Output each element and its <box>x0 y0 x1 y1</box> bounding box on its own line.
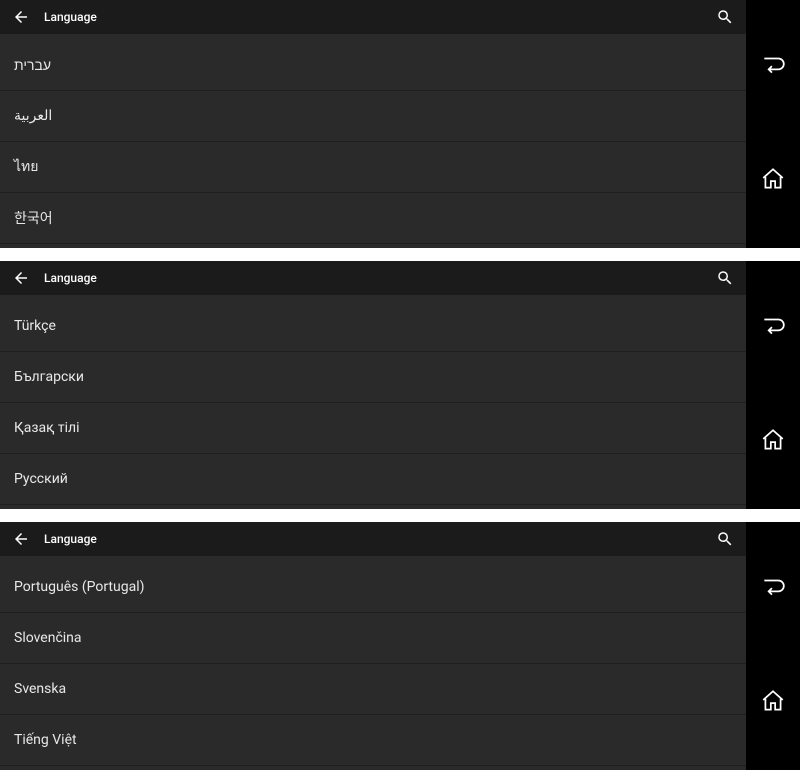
language-label: ไทย <box>14 156 38 178</box>
main-area: Language Türkçe Български Қазақ тілі Рус… <box>0 261 746 509</box>
header-bar: Language <box>0 522 746 556</box>
language-list: Türkçe Български Қазақ тілі Русский <box>0 295 746 509</box>
language-label: Tiếng Việt <box>14 732 77 748</box>
nav-home-button[interactable] <box>746 395 800 490</box>
language-item[interactable]: Български <box>0 352 746 403</box>
nav-back-icon <box>760 574 786 604</box>
language-label: 한국어 <box>14 208 53 228</box>
nav-home-icon <box>760 427 786 457</box>
language-item[interactable]: العربية <box>0 91 746 142</box>
nav-back-button[interactable] <box>746 20 800 115</box>
language-label: Български <box>14 369 84 385</box>
nav-home-button[interactable] <box>746 656 800 751</box>
main-area: Language Português (Portugal) Slovenčina… <box>0 522 746 770</box>
back-arrow-icon[interactable] <box>12 530 30 548</box>
nav-back-button[interactable] <box>746 281 800 376</box>
language-item[interactable]: 한국어 <box>0 193 746 244</box>
panel-3: Language Português (Portugal) Slovenčina… <box>0 522 800 770</box>
language-label: Slovenčina <box>14 630 82 646</box>
language-item[interactable]: Português (Portugal) <box>0 562 746 613</box>
nav-back-icon <box>760 313 786 343</box>
nav-back-icon <box>760 52 786 82</box>
panel-1: Language עברית العربية ไทย 한국어 <box>0 0 800 248</box>
page-title: Language <box>44 271 702 285</box>
back-arrow-icon[interactable] <box>12 269 30 287</box>
language-item[interactable]: Türkçe <box>0 301 746 352</box>
search-icon[interactable] <box>716 8 734 26</box>
system-navbar <box>746 522 800 770</box>
nav-back-button[interactable] <box>746 542 800 637</box>
search-icon[interactable] <box>716 530 734 548</box>
language-label: Русский <box>14 471 68 487</box>
nav-home-button[interactable] <box>746 134 800 229</box>
language-item[interactable]: Slovenčina <box>0 613 746 664</box>
main-area: Language עברית العربية ไทย 한국어 <box>0 0 746 248</box>
header-bar: Language <box>0 0 746 34</box>
panel-2: Language Türkçe Български Қазақ тілі Рус… <box>0 261 800 509</box>
language-label: עברית <box>14 57 51 74</box>
language-item[interactable]: ไทย <box>0 142 746 193</box>
language-item[interactable]: Қазақ тілі <box>0 403 746 454</box>
language-label: Português (Portugal) <box>14 579 144 595</box>
system-navbar <box>746 261 800 509</box>
page-title: Language <box>44 10 702 24</box>
header-bar: Language <box>0 261 746 295</box>
search-icon[interactable] <box>716 269 734 287</box>
nav-home-icon <box>760 166 786 196</box>
language-list: עברית العربية ไทย 한국어 <box>0 34 746 248</box>
language-list: Português (Portugal) Slovenčina Svenska … <box>0 556 746 770</box>
language-item[interactable]: Русский <box>0 454 746 505</box>
nav-home-icon <box>760 688 786 718</box>
language-item[interactable]: Svenska <box>0 664 746 715</box>
back-arrow-icon[interactable] <box>12 8 30 26</box>
system-navbar <box>746 0 800 248</box>
language-item[interactable]: Tiếng Việt <box>0 715 746 766</box>
language-label: العربية <box>14 108 52 124</box>
language-label: Қазақ тілі <box>14 420 80 436</box>
language-label: Türkçe <box>14 318 56 334</box>
language-item[interactable]: עברית <box>0 40 746 91</box>
page-title: Language <box>44 532 702 546</box>
language-label: Svenska <box>14 681 66 697</box>
